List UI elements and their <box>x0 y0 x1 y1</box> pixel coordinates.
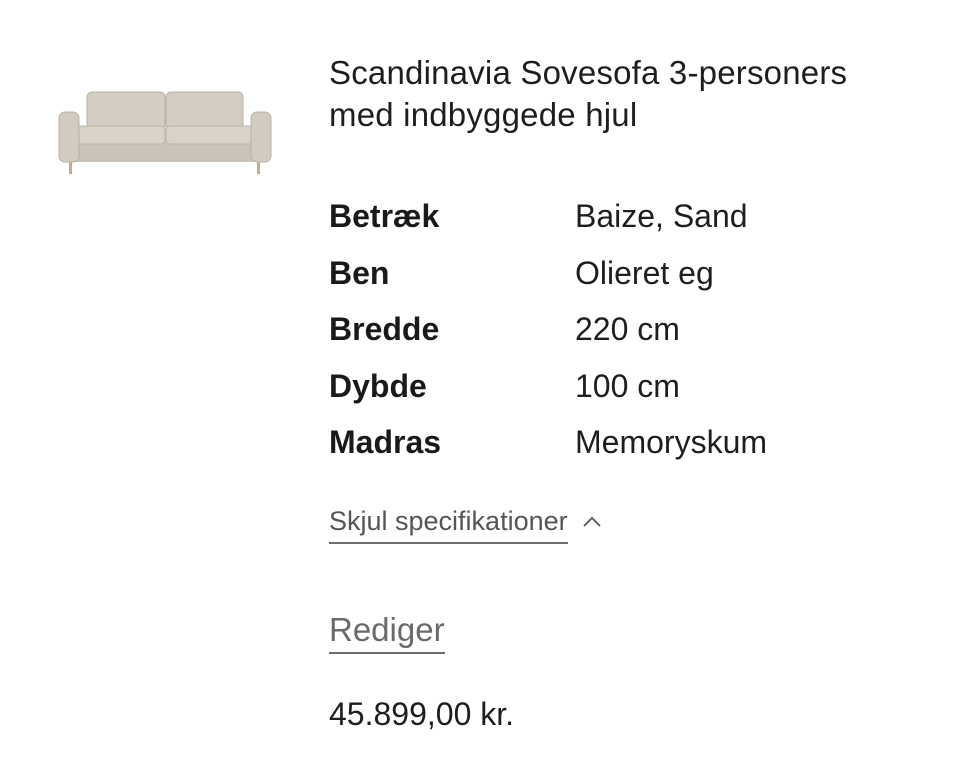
hide-specifications-link[interactable]: Skjul specifikationer <box>329 504 568 544</box>
spec-label: Madras <box>329 424 442 460</box>
spec-value: 220 cm <box>575 311 680 347</box>
spec-value: Olieret eg <box>575 254 714 291</box>
spec-label: Ben <box>329 254 390 291</box>
spec-table: Betræk Baize, Sand Ben Olieret eg Bredde… <box>329 196 929 479</box>
spec-label: Bredde <box>329 311 440 347</box>
product-details: Scandinavia Sovesofa 3-personers med ind… <box>329 52 929 732</box>
spec-value: Memoryskum <box>575 424 768 460</box>
spec-row: Bredde 220 cm <box>329 309 929 366</box>
spec-label: Betræk <box>329 198 440 234</box>
spec-row: Betræk Baize, Sand <box>329 196 929 253</box>
spec-value: 100 cm <box>575 367 680 404</box>
edit-link[interactable]: Rediger <box>329 610 445 654</box>
spec-value: Baize, Sand <box>575 198 748 234</box>
chevron-up-icon[interactable] <box>580 512 604 532</box>
product-title: Scandinavia Sovesofa 3-personers med ind… <box>329 54 848 133</box>
product-price: 45.899,00 kr. <box>329 696 515 732</box>
hide-specifications-toggle[interactable]: Skjul specifikationer <box>329 504 604 544</box>
spec-row: Ben Olieret eg <box>329 253 929 310</box>
product-image[interactable] <box>56 86 274 178</box>
spec-row: Dybde 100 cm <box>329 366 929 423</box>
spec-row: Madras Memoryskum <box>329 422 929 479</box>
sofa-icon <box>58 91 272 174</box>
spec-label: Dybde <box>329 367 427 404</box>
